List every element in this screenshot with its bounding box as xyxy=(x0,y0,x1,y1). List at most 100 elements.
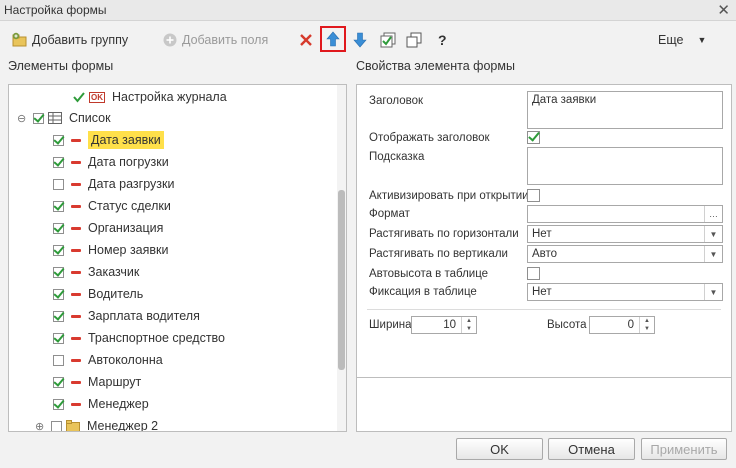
tree-item[interactable]: Маршрут xyxy=(53,371,141,393)
tree-item[interactable]: Водитель xyxy=(53,283,143,305)
minus-icon xyxy=(71,160,81,164)
autoheight-checkbox[interactable] xyxy=(527,267,540,280)
check-all-button[interactable] xyxy=(380,28,396,52)
scrollbar-thumb[interactable] xyxy=(338,190,345,370)
tree-item[interactable]: Автоколонна xyxy=(53,349,163,371)
activate-checkbox[interactable] xyxy=(527,189,540,202)
chevron-down-icon[interactable]: ▼ xyxy=(704,226,722,242)
tree-item[interactable]: Зарплата водителя xyxy=(53,305,200,327)
close-icon[interactable]: ✕ xyxy=(717,1,730,19)
spinner-arrows-icon[interactable]: ▲ ▼ xyxy=(639,317,654,333)
more-button[interactable]: Еще ▼ xyxy=(658,28,706,52)
spinner-arrows-icon[interactable]: ▲ ▼ xyxy=(461,317,476,333)
width-value: 10 xyxy=(443,319,456,331)
item-checkbox[interactable] xyxy=(53,200,64,212)
vstretch-select[interactable]: Авто ▼ xyxy=(527,245,723,263)
minus-icon xyxy=(71,204,81,208)
chevron-down-icon[interactable]: ▼ xyxy=(704,246,722,262)
add-group-icon xyxy=(12,32,27,47)
apply-button[interactable]: Применить xyxy=(641,438,727,460)
tree-item-label: Дата заявки xyxy=(88,131,164,149)
ok-badge-icon: OK xyxy=(89,91,105,103)
move-down-button[interactable] xyxy=(352,28,368,52)
minus-icon xyxy=(71,314,81,318)
item-checkbox[interactable] xyxy=(53,156,64,168)
tree-scrollbar[interactable] xyxy=(337,85,346,431)
tree-item[interactable]: Номер заявки xyxy=(53,239,169,261)
caption-field[interactable]: Дата заявки xyxy=(527,91,723,129)
add-circle-icon xyxy=(163,33,177,47)
tree-item[interactable]: Заказчик xyxy=(53,261,139,283)
tree-item[interactable]: Дата погрузки xyxy=(53,151,169,173)
hstretch-value: Нет xyxy=(532,228,552,240)
tree-node-list[interactable]: ⊖ Список xyxy=(17,107,111,129)
ellipsis-icon[interactable]: … xyxy=(704,206,722,222)
folder-icon xyxy=(66,420,80,431)
delete-button[interactable] xyxy=(298,28,314,52)
list-checkbox[interactable] xyxy=(33,112,44,124)
item-checkbox[interactable] xyxy=(53,376,64,388)
width-label: Ширина xyxy=(369,319,412,331)
tree-item-label: Зарплата водителя xyxy=(88,309,200,323)
item-checkbox[interactable] xyxy=(53,244,64,256)
tree-item-manager-2[interactable]: ⊕ Менеджер 2 xyxy=(35,415,158,431)
move-up-button[interactable] xyxy=(320,26,346,52)
tree-item-label: Статус сделки xyxy=(88,199,171,213)
activate-label: Активизировать при открытии xyxy=(369,190,529,202)
copy-button[interactable] xyxy=(406,28,422,52)
tree-item-label: Настройка журнала xyxy=(112,90,227,104)
minus-icon xyxy=(71,358,81,362)
add-field-button[interactable]: Добавить поля xyxy=(162,28,268,52)
hstretch-label: Растягивать по горизонтали xyxy=(369,228,519,240)
check-all-icon xyxy=(380,32,396,48)
tree-item[interactable]: Транспортное средство xyxy=(53,327,225,349)
height-label: Высота xyxy=(547,319,587,331)
minus-icon xyxy=(71,336,81,340)
item-checkbox[interactable] xyxy=(51,420,62,431)
width-spinner[interactable]: 10 ▲ ▼ xyxy=(411,316,477,334)
table-icon xyxy=(48,112,62,124)
format-field[interactable]: … xyxy=(527,205,723,223)
fix-label: Фиксация в таблице xyxy=(369,286,477,298)
collapse-icon: ⊖ xyxy=(17,112,27,125)
minus-icon xyxy=(71,292,81,296)
title-bar: Настройка формы ✕ xyxy=(0,0,736,21)
item-checkbox[interactable] xyxy=(53,266,64,278)
item-checkbox[interactable] xyxy=(53,398,64,410)
more-label: Еще xyxy=(658,33,684,47)
help-button[interactable]: ? xyxy=(438,28,447,52)
item-checkbox[interactable] xyxy=(53,332,64,344)
tree-item-label: Менеджер xyxy=(88,397,149,411)
show-caption-checkbox[interactable] xyxy=(527,131,540,144)
tree-item[interactable]: Дата разгрузки xyxy=(53,173,174,195)
tree-item-journal-settings[interactable]: OK Настройка журнала xyxy=(73,86,227,108)
item-checkbox[interactable] xyxy=(53,288,64,300)
cancel-button[interactable]: Отмена xyxy=(548,438,635,460)
tree-item[interactable]: Менеджер xyxy=(53,393,149,415)
fix-select[interactable]: Нет ▼ xyxy=(527,283,723,301)
tree-item[interactable]: Организация xyxy=(53,217,163,239)
minus-icon xyxy=(71,270,81,274)
height-spinner[interactable]: 0 ▲ ▼ xyxy=(589,316,655,334)
minus-icon xyxy=(71,248,81,252)
item-checkbox[interactable] xyxy=(53,310,64,322)
tree-item-label: Организация xyxy=(88,221,164,235)
hint-field[interactable] xyxy=(527,147,723,185)
item-checkbox[interactable] xyxy=(53,222,64,234)
add-group-button[interactable]: Добавить группу xyxy=(12,28,128,52)
hstretch-select[interactable]: Нет ▼ xyxy=(527,225,723,243)
tree-item[interactable]: Статус сделки xyxy=(53,195,171,217)
add-field-label: Добавить поля xyxy=(182,33,269,47)
tree-item[interactable]: Дата заявки xyxy=(53,129,164,151)
show-caption-label: Отображать заголовок xyxy=(369,132,490,144)
item-checkbox[interactable] xyxy=(53,178,64,190)
vstretch-value: Авто xyxy=(532,248,558,260)
arrow-up-icon xyxy=(326,31,340,47)
fix-value: Нет xyxy=(532,286,552,298)
ok-button[interactable]: OK xyxy=(456,438,543,460)
item-checkbox[interactable] xyxy=(53,134,64,146)
chevron-down-icon[interactable]: ▼ xyxy=(704,284,722,300)
item-checkbox[interactable] xyxy=(53,354,64,366)
form-elements-tree[interactable]: OK Настройка журнала ⊖ Список Дата заявк… xyxy=(8,84,347,432)
tree-item-label: Дата погрузки xyxy=(88,155,169,169)
